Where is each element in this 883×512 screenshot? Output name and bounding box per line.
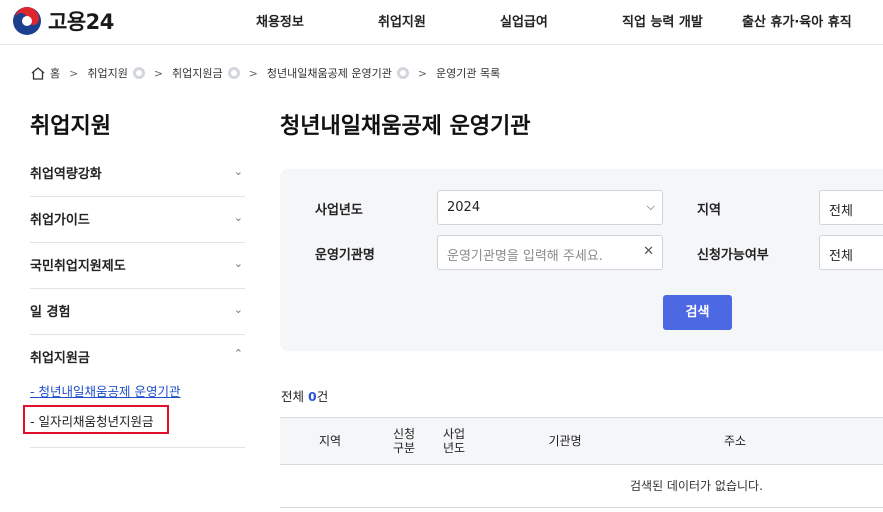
nav-item-maternity-leave[interactable]: 출산 휴가·육아 휴직 xyxy=(742,11,852,30)
logo-icon xyxy=(13,7,41,35)
sidebar-item-job-skills[interactable]: 취업역량강화 ⌄ xyxy=(30,150,245,197)
column-header-address: 주소 xyxy=(723,434,747,448)
total-prefix: 전체 xyxy=(281,389,308,404)
total-suffix: 건 xyxy=(316,389,329,404)
nav-item-unemployment-benefit[interactable]: 실업급여 xyxy=(500,11,548,30)
sidebar-item-label: 일 경험 xyxy=(30,305,71,320)
breadcrumb-separator-icon: > xyxy=(153,66,164,80)
year-label: 사업년도 xyxy=(315,203,363,218)
region-select[interactable]: 전체 xyxy=(819,190,883,225)
chevron-up-icon: ⌃ xyxy=(233,347,243,360)
column-header-org-name: 기관명 xyxy=(548,434,582,448)
total-count: 0 xyxy=(307,389,317,404)
sidebar-item-label: 국민취업지원제도 xyxy=(30,259,126,274)
region-label: 지역 xyxy=(697,203,721,218)
nav-item-vocational-training[interactable]: 직업 능력 개발 xyxy=(622,11,703,30)
sidebar-item-national-employment[interactable]: 국민취업지원제도 ⌄ xyxy=(30,242,245,289)
clear-icon[interactable]: ✕ xyxy=(643,244,654,259)
empty-message: 검색된 데이터가 없습니다. xyxy=(630,479,763,493)
page-title: 청년내일채움공제 운영기관 xyxy=(280,114,531,139)
apply-status-value: 전체 xyxy=(829,249,853,264)
apply-status-select[interactable]: 전체 xyxy=(819,235,883,270)
sidebar-item-employment-subsidy[interactable]: 취업지원금 ⌃ xyxy=(30,334,245,380)
chevron-down-icon: ⌄ xyxy=(233,257,243,270)
column-header-business-year: 사업 년도 xyxy=(442,427,466,455)
breadcrumb-dropdown-icon[interactable] xyxy=(132,67,145,79)
breadcrumb-current: 운영기관 목록 xyxy=(436,67,501,80)
sidebar-item-label: 취업역량강화 xyxy=(30,167,102,182)
table-header: 지역 신청 구분 사업 년도 기관명 주소 xyxy=(280,417,883,465)
sidebar-subitem-label: - 청년내일채움공제 운영기관 xyxy=(30,384,181,399)
column-header-apply-type: 신청 구분 xyxy=(392,427,416,455)
top-header: 고용24 채용정보 취업지원 실업급여 직업 능력 개발 출산 휴가·육아 휴직 xyxy=(0,0,883,45)
nav-item-employment-support[interactable]: 취업지원 xyxy=(378,11,426,30)
chevron-down-icon: ⌵ xyxy=(646,200,655,213)
result-total: 전체 0건 xyxy=(281,386,328,405)
org-name-input[interactable]: 운영기관명을 입력해 주세요. ✕ xyxy=(437,235,663,270)
region-select-value: 전체 xyxy=(829,204,853,219)
breadcrumb-item[interactable]: 취업지원금 xyxy=(172,65,223,81)
highlight-box xyxy=(23,405,169,434)
breadcrumb-item[interactable]: 청년내일채움공제 운영기관 xyxy=(267,65,392,81)
breadcrumb-dropdown-icon[interactable] xyxy=(227,67,240,79)
breadcrumb-separator-icon: > xyxy=(248,66,258,80)
home-icon[interactable] xyxy=(31,66,45,80)
sidebar-item-label: 취업지원금 xyxy=(30,351,90,366)
breadcrumb-home[interactable]: 홈 xyxy=(50,65,60,81)
logo[interactable]: 고용24 xyxy=(12,6,114,36)
sidebar-item-work-experience[interactable]: 일 경험 ⌄ xyxy=(30,288,245,335)
nav-item-jobs[interactable]: 채용정보 xyxy=(256,11,304,30)
breadcrumb-separator-icon: > xyxy=(417,66,428,80)
sidebar-item-job-guide[interactable]: 취업가이드 ⌄ xyxy=(30,196,245,243)
column-header-region: 지역 xyxy=(318,434,342,448)
table-row: 검색된 데이터가 없습니다. xyxy=(280,463,883,508)
org-name-placeholder: 운영기관명을 입력해 주세요. xyxy=(447,249,603,264)
logo-text: 고용24 xyxy=(48,10,114,34)
year-select-value: 2024 xyxy=(447,200,481,215)
sidebar-subitem-youth-tomorrow-orgs[interactable]: - 청년내일채움공제 운영기관 xyxy=(30,381,180,400)
breadcrumb-separator-icon: > xyxy=(69,66,79,80)
sidebar-item-label: 취업가이드 xyxy=(30,213,90,228)
breadcrumb-dropdown-icon[interactable] xyxy=(396,67,409,79)
search-button[interactable]: 검색 xyxy=(663,295,732,330)
breadcrumb-item[interactable]: 취업지원 xyxy=(87,65,127,81)
chevron-down-icon: ⌄ xyxy=(233,165,243,178)
apply-status-label: 신청가능여부 xyxy=(697,248,769,263)
chevron-down-icon: ⌄ xyxy=(233,303,243,316)
chevron-down-icon: ⌄ xyxy=(233,211,243,224)
year-select[interactable]: 2024 ⌵ xyxy=(437,190,663,225)
org-name-label: 운영기관명 xyxy=(315,248,375,263)
sidebar-title: 취업지원 xyxy=(30,114,111,139)
breadcrumb: 홈 > 취업지원 > 취업지원금 > 청년내일채움공제 운영기관 > 운영기관 … xyxy=(31,65,500,81)
sidebar-divider xyxy=(30,447,245,448)
